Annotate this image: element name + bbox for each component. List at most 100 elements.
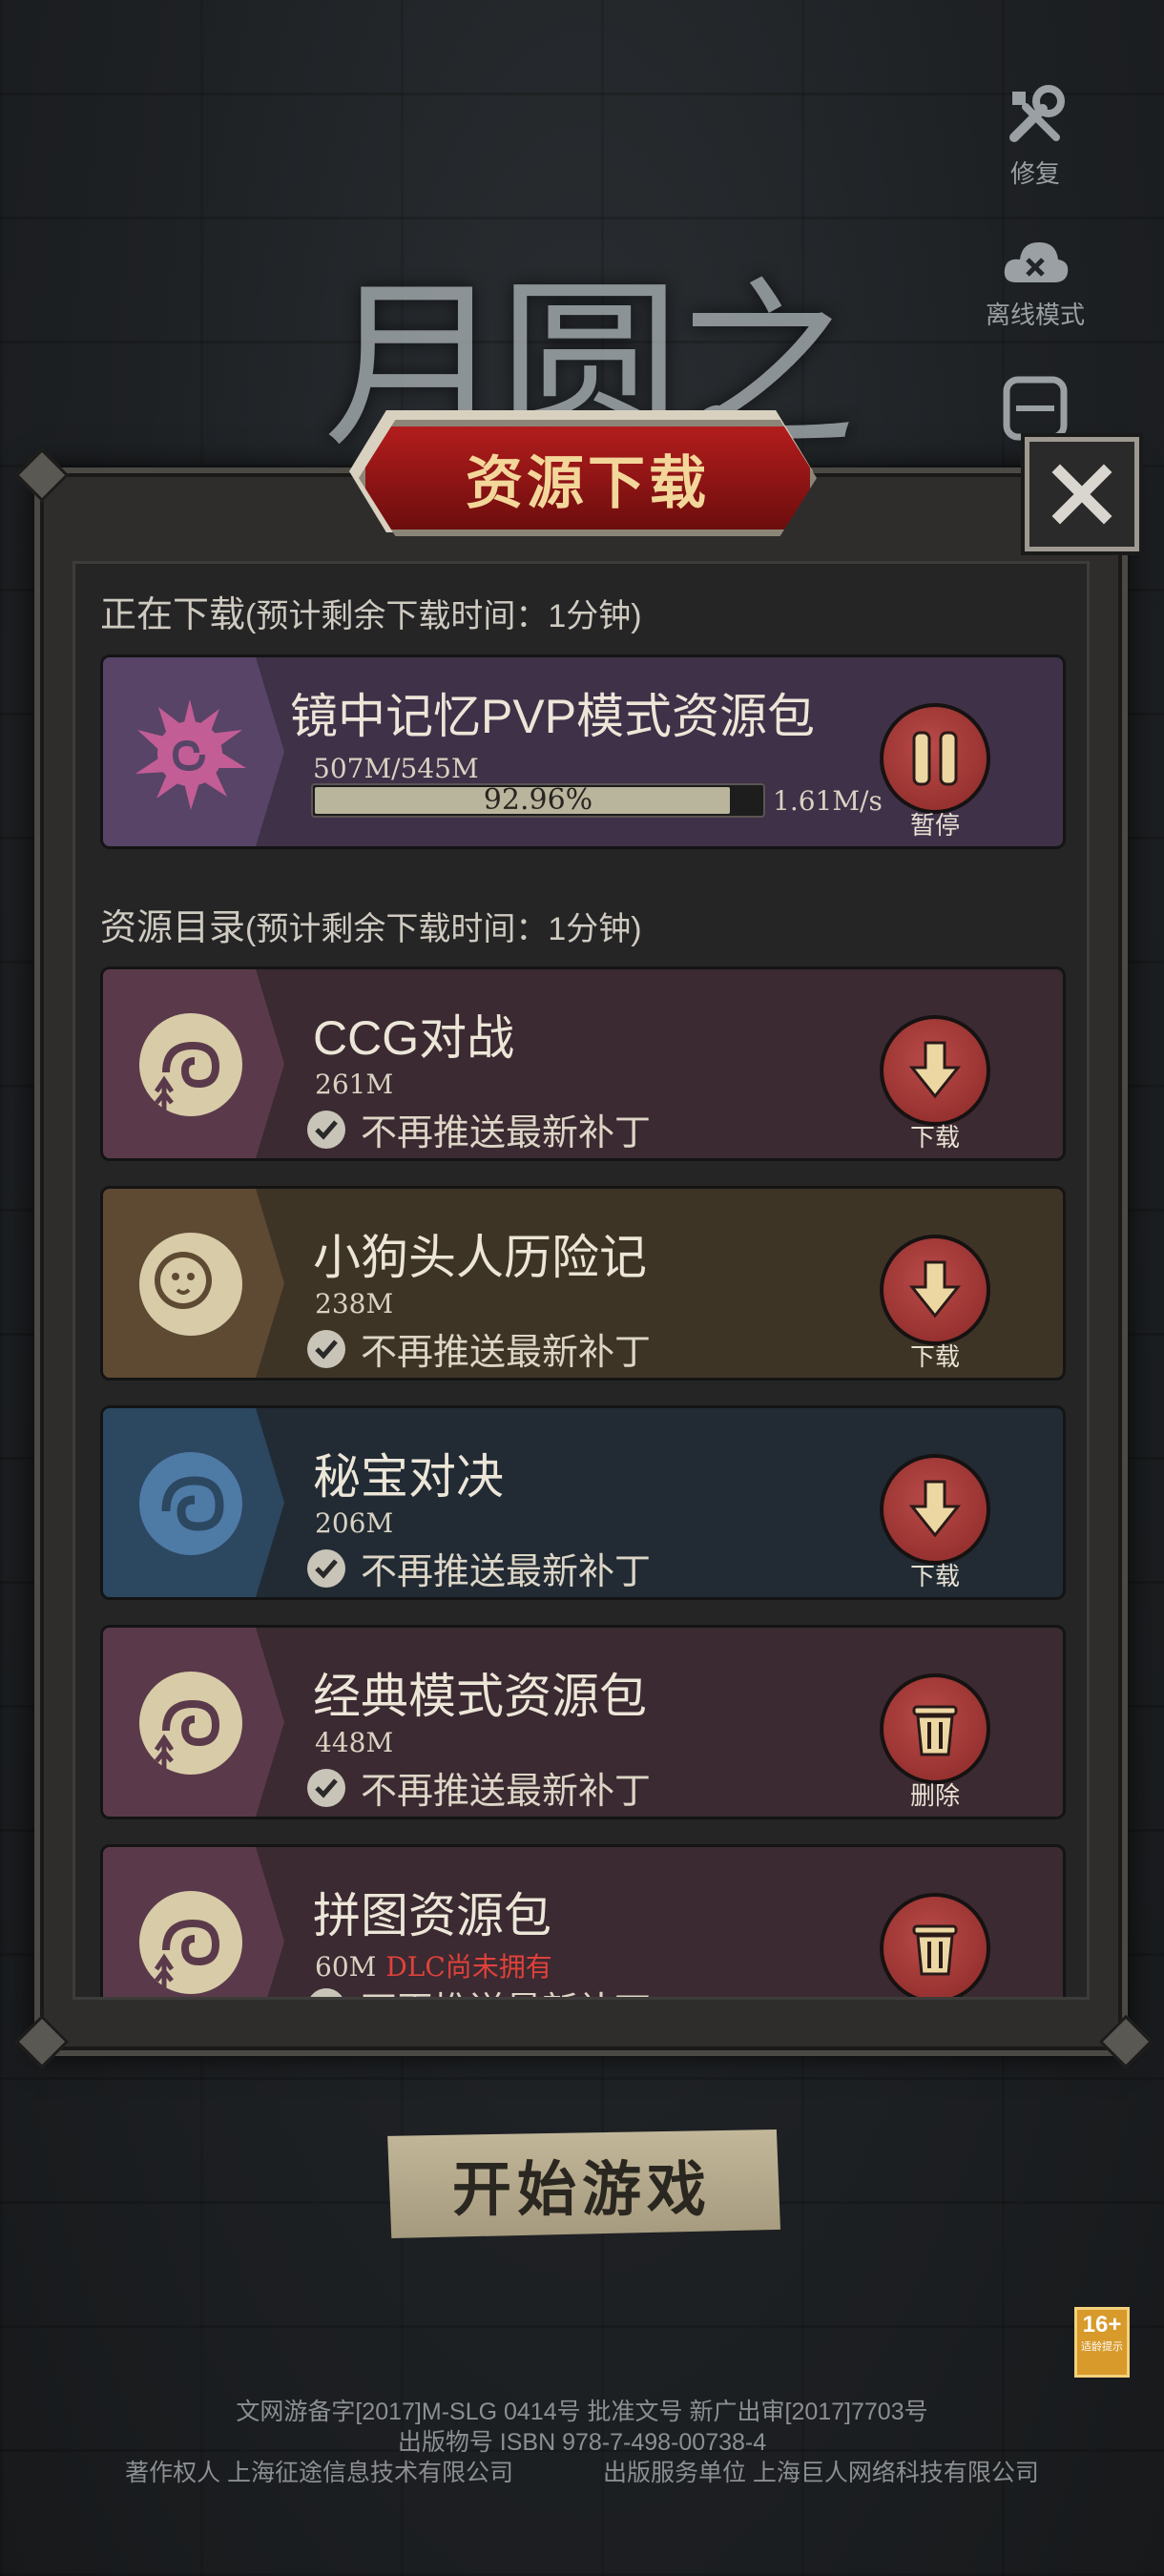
item-icon-area xyxy=(103,1189,284,1378)
no-patch-checkbox[interactable]: 不再推送最新补丁 xyxy=(307,1322,651,1375)
resource-item-treasure-duel: 秘宝对决 206M 不再推送最新补丁 下载 xyxy=(100,1405,1066,1600)
scan-icon xyxy=(1003,376,1068,441)
delete-label: 删除 xyxy=(909,1781,960,1810)
catalog-title: 资源目录 xyxy=(100,908,246,948)
progress-percent: 92.96% xyxy=(483,783,593,817)
no-patch-checkbox[interactable]: 不再推送最新补丁 xyxy=(307,1103,651,1155)
download-icon xyxy=(908,1260,962,1319)
downloading-eta: (预计剩余下载时间：1分钟) xyxy=(245,598,642,634)
item-size: 60M DLC尚未拥有 xyxy=(315,1946,552,1984)
download-label: 下载 xyxy=(909,1123,960,1152)
trash-icon xyxy=(912,1705,958,1756)
resource-item-puzzle: 拼图资源包 60MDLC尚未拥有 不再推送最新补丁 xyxy=(100,1844,1066,1997)
close-icon xyxy=(1051,464,1112,525)
item-name: 小狗头人历险记 xyxy=(313,1231,647,1284)
offline-mode-button[interactable]: 离线模式 xyxy=(973,231,1097,331)
catalog-header: 资源目录(预计剩余下载时间：1分钟) xyxy=(100,898,642,950)
item-size: 206M xyxy=(315,1507,394,1539)
download-speed: 1.61M/s xyxy=(773,785,883,817)
age-rating-label: 适龄提示 xyxy=(1081,2341,1123,2353)
moon-tree-icon xyxy=(139,1013,242,1118)
delete-button[interactable] xyxy=(878,1893,992,1997)
download-button-circle xyxy=(880,1015,990,1126)
checkmark-icon xyxy=(307,1548,345,1588)
checkbox-label: 不再推送最新补丁 xyxy=(361,1113,652,1153)
downloading-item: 镜中记忆PVP模式资源包 507M/545M 92.96% 1.61M/s 暂停 xyxy=(100,654,1066,849)
pause-icon xyxy=(912,731,958,786)
footer-isbn-line: 出版物号 ISBN 978-7-498-00738-4 xyxy=(397,2429,767,2456)
dialog-title: 资源下载 xyxy=(359,420,817,536)
item-name: 经典模式资源包 xyxy=(313,1670,647,1723)
close-button[interactable] xyxy=(1025,437,1139,551)
age-rating-value: 16+ xyxy=(1082,2312,1122,2337)
download-label: 下载 xyxy=(909,1342,960,1371)
catalog-eta: (预计剩余下载时间：1分钟) xyxy=(245,911,642,947)
copyright-holder: 著作权人 上海征途信息技术有限公司 xyxy=(125,2460,514,2486)
trash-icon xyxy=(912,1924,958,1976)
checkmark-icon xyxy=(307,1110,345,1149)
download-button[interactable]: 下载 xyxy=(878,1454,992,1592)
item-name: CCG对战 xyxy=(313,1011,515,1065)
checkbox-label: 不再推送最新补丁 xyxy=(361,1981,651,1997)
item-icon-area xyxy=(103,1408,284,1597)
item-size: 238M xyxy=(315,1288,394,1319)
start-game-button[interactable]: 开始游戏 xyxy=(387,2129,780,2238)
no-patch-checkbox[interactable]: 不再推送最新补丁 xyxy=(307,1761,651,1814)
checkbox-label: 不再推送最新补丁 xyxy=(361,1772,652,1812)
delete-button-circle xyxy=(880,1673,990,1784)
downloading-title: 正在下载 xyxy=(100,595,246,635)
item-icon-area xyxy=(103,969,284,1158)
downloading-header: 正在下载(预计剩余下载时间：1分钟) xyxy=(100,585,642,637)
resource-item-classic: 经典模式资源包 448M 不再推送最新补丁 删除 xyxy=(100,1625,1066,1819)
item-icon-area xyxy=(103,1847,284,1997)
wrench-screwdriver-icon xyxy=(1009,85,1065,142)
no-patch-checkbox[interactable]: 不再推送最新补丁 xyxy=(307,1981,651,1997)
checkmark-icon xyxy=(307,1768,345,1807)
cloud-offline-icon xyxy=(1004,242,1069,282)
item-size: 448M xyxy=(315,1727,394,1758)
pvp-pack-icon-area xyxy=(103,657,284,846)
checkbox-label: 不再推送最新补丁 xyxy=(361,1552,652,1592)
item-size-value: 60M xyxy=(315,1951,377,1983)
dog-moon-icon xyxy=(139,1233,242,1336)
scan-button[interactable] xyxy=(973,374,1097,447)
download-button-circle xyxy=(880,1235,990,1345)
download-button-circle xyxy=(880,1454,990,1565)
download-list[interactable]: 正在下载(预计剩余下载时间：1分钟) 镜中记忆PVP模式资源包 507M/545… xyxy=(73,561,1090,2000)
download-icon xyxy=(908,1041,962,1099)
item-name: 镜中记忆PVP模式资源包 xyxy=(290,690,816,743)
checkbox-label: 不再推送最新补丁 xyxy=(361,1333,652,1373)
download-progress-bar: 92.96% xyxy=(311,783,765,818)
checkmark-icon xyxy=(307,1987,345,1997)
pause-button[interactable]: 暂停 xyxy=(878,703,992,841)
delete-button-circle xyxy=(880,1893,990,1997)
resource-item-kobold: 小狗头人历险记 238M 不再推送最新补丁 下载 xyxy=(100,1186,1066,1381)
footer-copyright-line: 著作权人 上海征途信息技术有限公司 出版服务单位 上海巨人网络科技有限公司 xyxy=(0,2454,1164,2488)
repair-label: 修复 xyxy=(1009,159,1060,188)
pause-button-circle xyxy=(880,703,990,814)
download-button[interactable]: 下载 xyxy=(878,1235,992,1373)
item-icon-area xyxy=(103,1628,284,1817)
download-button[interactable]: 下载 xyxy=(878,1015,992,1153)
publisher: 出版服务单位 上海巨人网络科技有限公司 xyxy=(602,2460,1039,2486)
no-patch-checkbox[interactable]: 不再推送最新补丁 xyxy=(307,1542,651,1594)
moon-tree-icon xyxy=(139,1891,242,1996)
item-size: 507M/545M xyxy=(313,753,479,784)
offline-mode-label: 离线模式 xyxy=(985,301,1085,329)
moon-tree-icon xyxy=(139,1672,242,1776)
download-label: 下载 xyxy=(909,1562,960,1590)
download-icon xyxy=(908,1480,962,1538)
dlc-not-owned-label: DLC尚未拥有 xyxy=(385,1951,552,1983)
delete-button[interactable]: 删除 xyxy=(878,1673,992,1812)
resource-item-ccg: CCG对战 261M 不再推送最新补丁 下载 xyxy=(100,966,1066,1161)
item-size: 261M xyxy=(315,1069,394,1100)
item-name: 秘宝对决 xyxy=(313,1450,504,1504)
blue-spiral-icon xyxy=(139,1452,242,1555)
item-name: 拼图资源包 xyxy=(313,1889,551,1942)
checkmark-icon xyxy=(307,1329,345,1368)
footer-license-line: 文网游备字[2017]M-SLG 0414号 批准文号 新广出审[2017]77… xyxy=(236,2399,928,2425)
age-rating-badge[interactable]: 16+ 适龄提示 xyxy=(1074,2307,1130,2378)
spiky-spiral-icon xyxy=(135,699,246,810)
pause-label: 暂停 xyxy=(909,811,960,840)
repair-button[interactable]: 修复 xyxy=(973,82,1097,190)
